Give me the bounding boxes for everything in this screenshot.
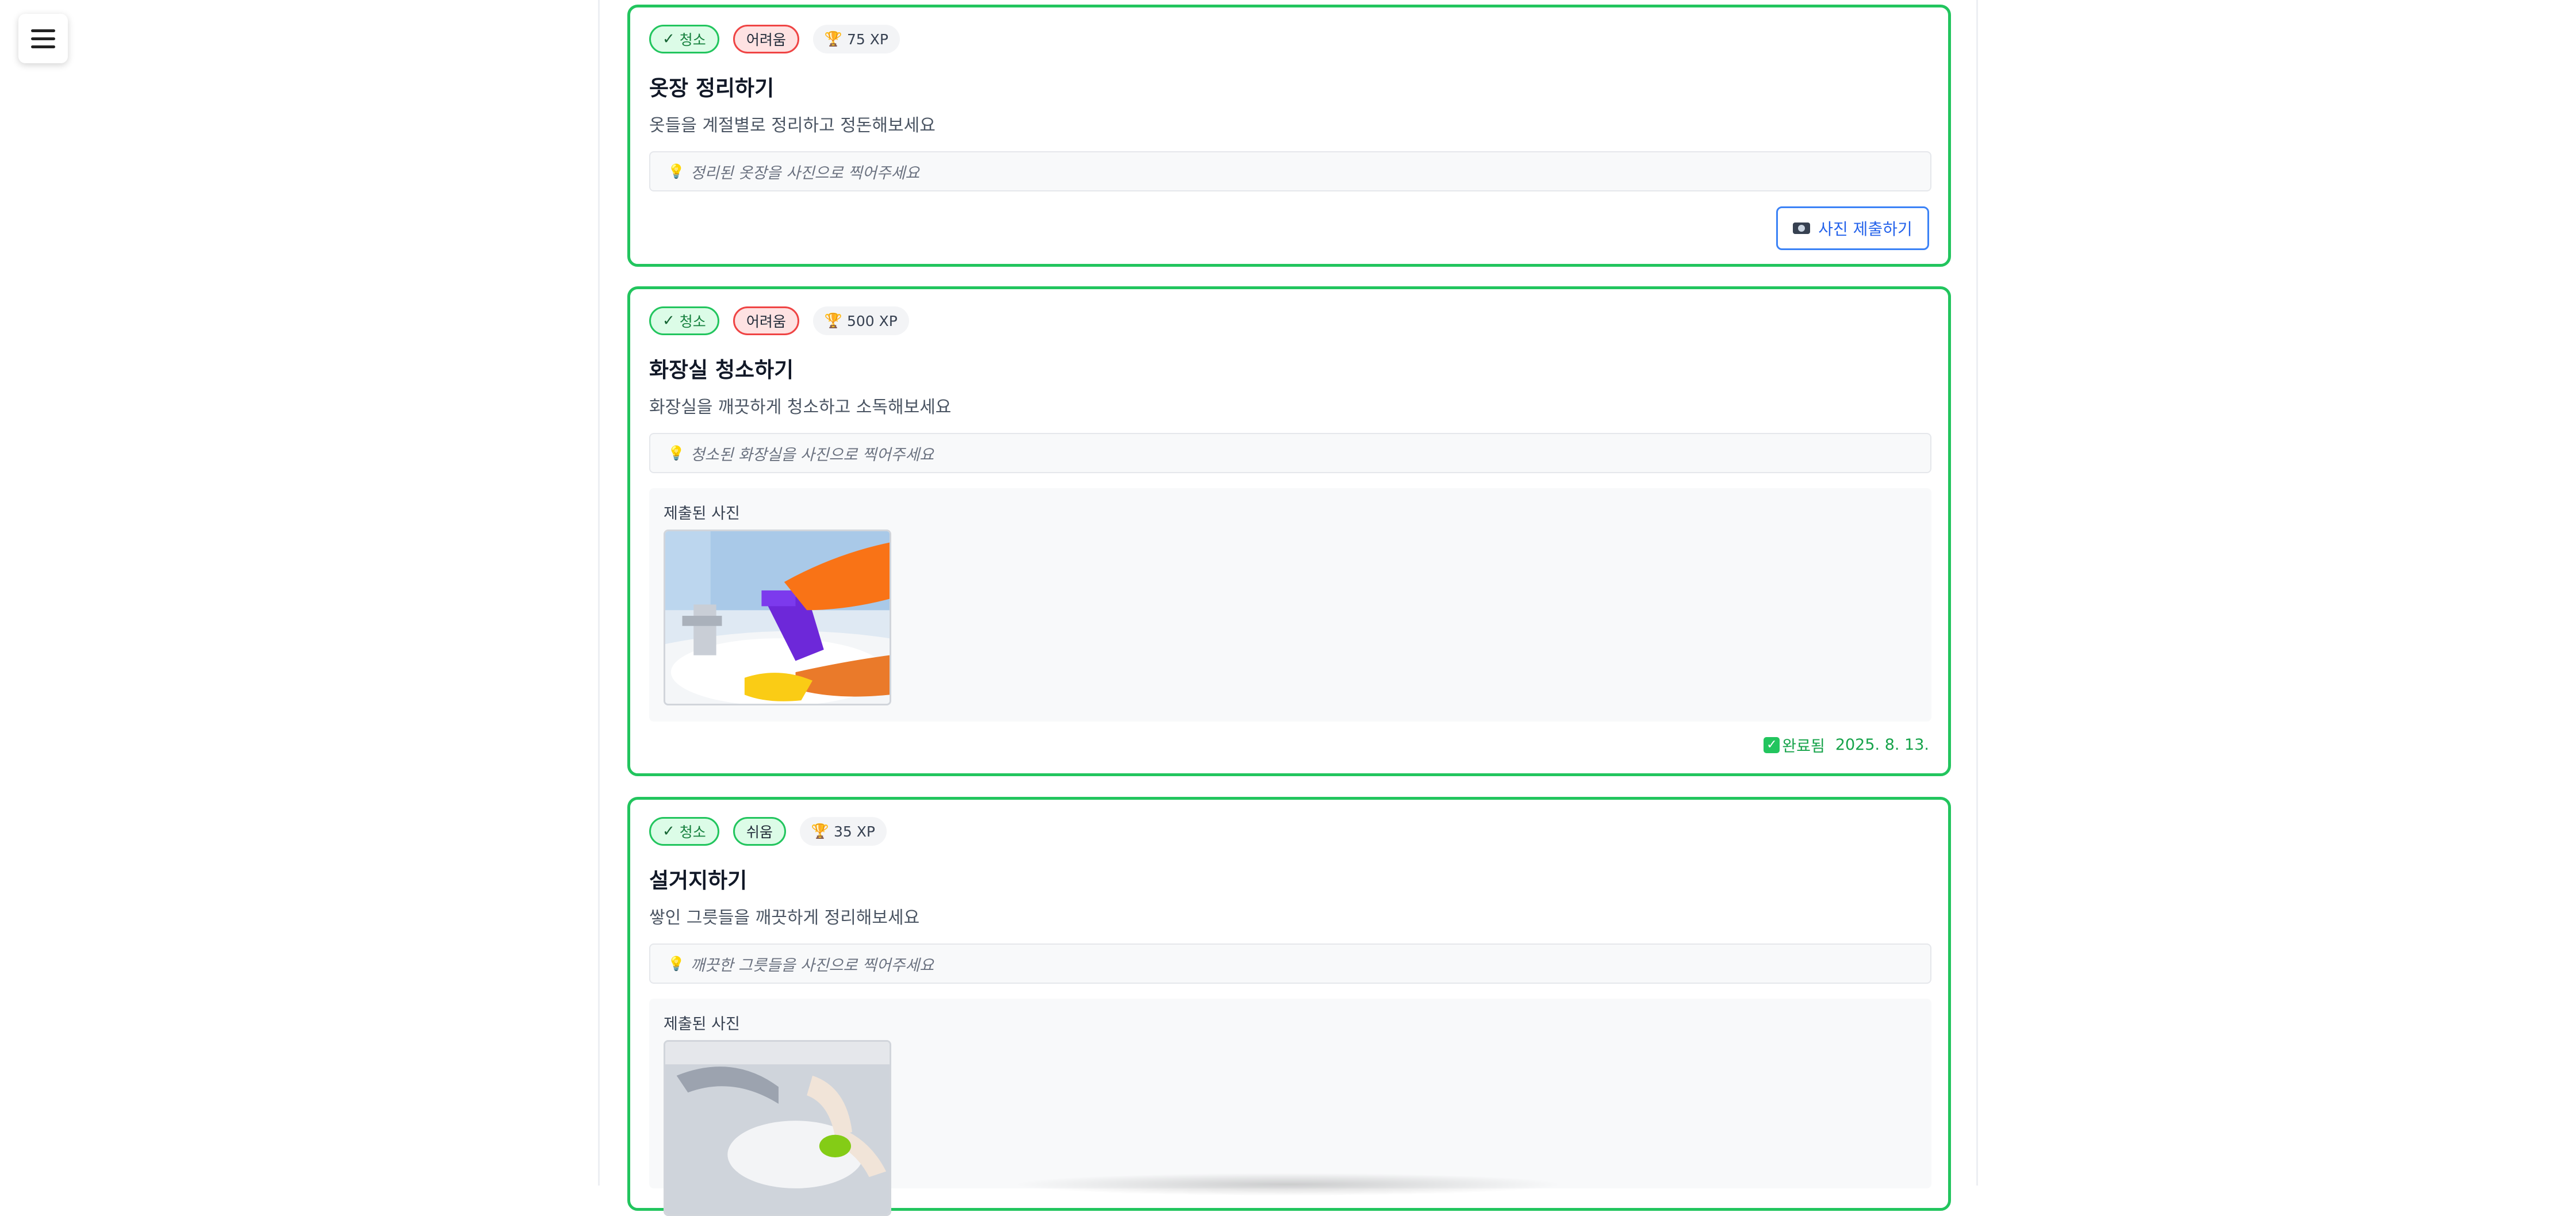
submitted-photo-thumbnail[interactable] bbox=[664, 530, 891, 705]
mission-description: 옷들을 계절별로 정리하고 정돈해보세요 bbox=[649, 116, 936, 136]
mission-hint: 💡 깨끗한 그릇들을 사진으로 찍어주세요 bbox=[649, 943, 1931, 984]
mission-title: 설거지하기 bbox=[649, 868, 747, 893]
broom-icon: ✓ bbox=[662, 312, 675, 329]
difficulty-badge: 어려움 bbox=[733, 306, 799, 335]
mission-card: ✓ 청소 쉬움 🏆 35 XP 설거지하기 쌓인 그릇들을 깨끗하게 정리해보세… bbox=[627, 797, 1951, 1216]
difficulty-badge: 어려움 bbox=[733, 25, 799, 53]
mission-hint: 💡 정리된 옷장을 사진으로 찍어주세요 bbox=[649, 151, 1931, 191]
mission-title: 옷장 정리하기 bbox=[649, 76, 775, 101]
menu-button[interactable] bbox=[18, 14, 68, 63]
mission-title: 화장실 청소하기 bbox=[649, 358, 794, 382]
completed-date: 2025. 8. 13. bbox=[1835, 736, 1929, 754]
lightbulb-icon: 💡 bbox=[668, 163, 685, 179]
category-badge: ✓ 청소 bbox=[649, 25, 719, 53]
xp-badge: 🏆 75 XP bbox=[812, 25, 900, 53]
lightbulb-icon: 💡 bbox=[668, 956, 685, 972]
mission-badges: ✓ 청소 어려움 🏆 500 XP bbox=[649, 306, 909, 335]
xp-badge: 🏆 35 XP bbox=[799, 817, 887, 846]
mission-description: 쌓인 그릇들을 깨끗하게 정리해보세요 bbox=[649, 908, 920, 928]
difficulty-badge: 쉬움 bbox=[733, 817, 786, 846]
mission-badges: ✓ 청소 쉬움 🏆 35 XP bbox=[649, 817, 887, 846]
mission-card: ✓ 청소 어려움 🏆 500 XP 화장실 청소하기 화장실을 깨끗하게 청소하… bbox=[627, 286, 1951, 776]
check-icon: ✓ bbox=[1764, 736, 1780, 753]
mission-card: ✓ 청소 어려움 🏆 75 XP 옷장 정리하기 옷들을 계절별로 정리하고 정… bbox=[627, 5, 1951, 267]
submitted-photo-section: 제출된 사진 bbox=[649, 488, 1931, 722]
hamburger-menu-icon bbox=[31, 29, 55, 32]
lightbulb-icon: 💡 bbox=[668, 445, 685, 461]
trophy-icon: 🏆 bbox=[824, 30, 842, 47]
submitted-photo-label: 제출된 사진 bbox=[664, 505, 740, 523]
submitted-photo-thumbnail[interactable] bbox=[664, 1040, 891, 1216]
category-badge: ✓ 청소 bbox=[649, 817, 719, 846]
broom-icon: ✓ bbox=[662, 823, 675, 840]
mission-badges: ✓ 청소 어려움 🏆 75 XP bbox=[649, 25, 900, 53]
submit-photo-button[interactable]: 사진 제출하기 bbox=[1776, 206, 1929, 250]
xp-badge: 🏆 500 XP bbox=[812, 306, 909, 335]
bathroom-cleaning-photo bbox=[665, 531, 890, 704]
mission-list: ✓ 청소 어려움 🏆 75 XP 옷장 정리하기 옷들을 계절별로 정리하고 정… bbox=[598, 0, 1978, 1216]
broom-icon: ✓ bbox=[662, 30, 675, 48]
trophy-icon: 🏆 bbox=[811, 823, 829, 839]
mission-description: 화장실을 깨끗하게 청소하고 소독해보세요 bbox=[649, 397, 952, 417]
dishwashing-photo bbox=[665, 1042, 890, 1214]
completion-status: ✓ 완료됨 2025. 8. 13. bbox=[1764, 734, 1929, 756]
mission-hint: 💡 청소된 화장실을 사진으로 찍어주세요 bbox=[649, 433, 1931, 473]
trophy-icon: 🏆 bbox=[824, 312, 842, 329]
camera-icon bbox=[1793, 223, 1811, 234]
category-badge: ✓ 청소 bbox=[649, 306, 719, 335]
submitted-photo-label: 제출된 사진 bbox=[664, 1015, 740, 1033]
submitted-photo-section: 제출된 사진 bbox=[649, 999, 1931, 1216]
